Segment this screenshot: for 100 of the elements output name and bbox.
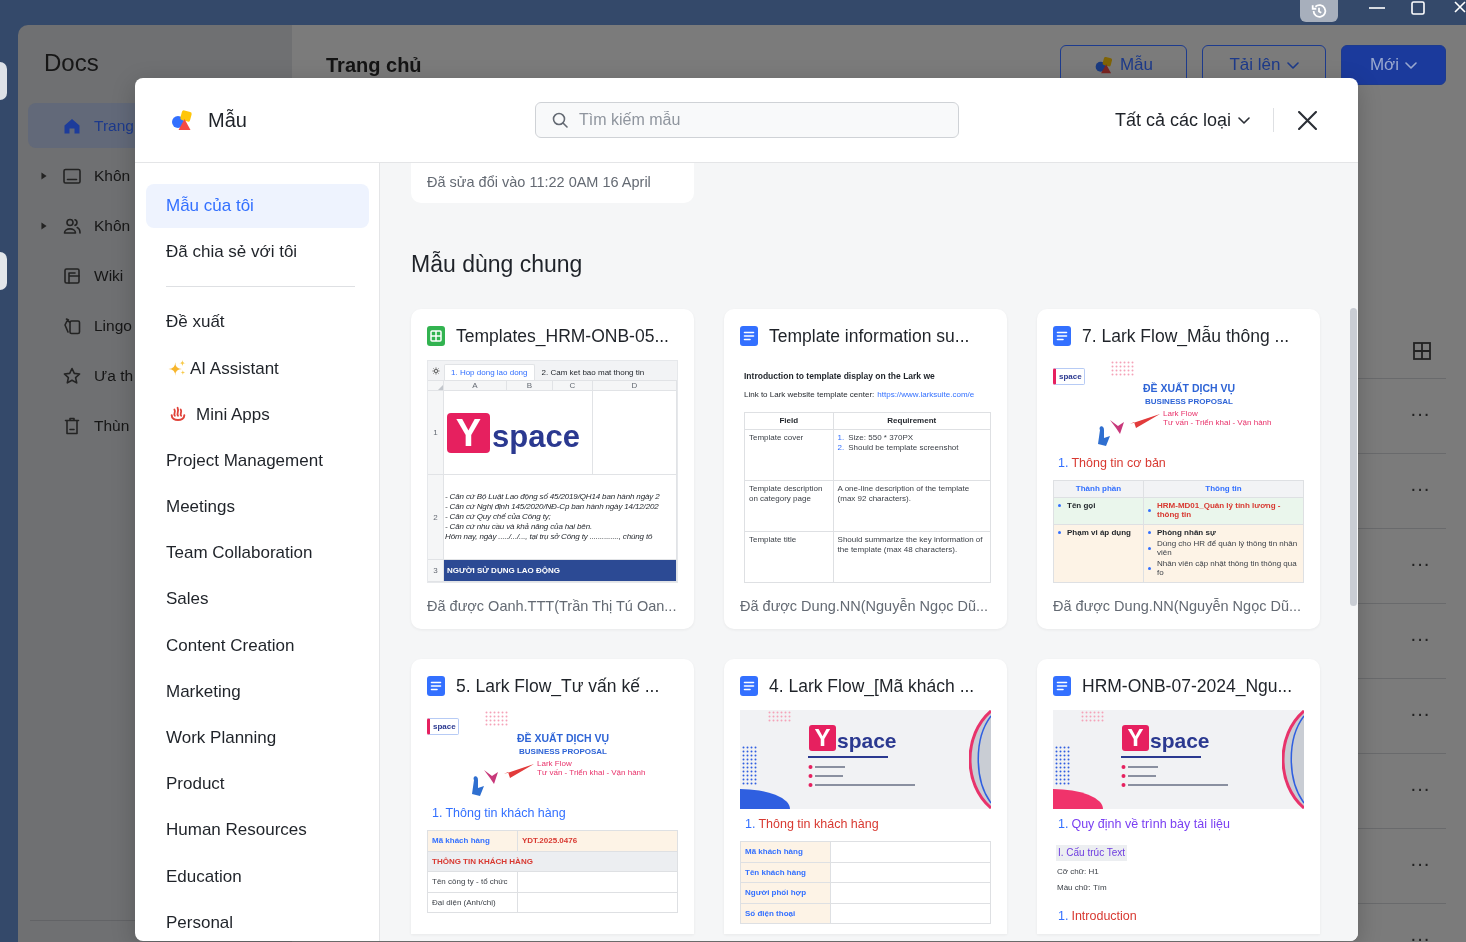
star-icon [62, 365, 82, 386]
sidebar-item[interactable]: Thùn [28, 403, 135, 448]
nav-item[interactable]: Team Collaboration [146, 529, 369, 577]
template-card[interactable]: HRM-ONB-07-2024_Ngu... Y space 1. Quy định về trình bày tài liệu I. Cấu trúc Text Cỡ chữ: H1 Màu chữ: Tím 1. Introduction [1037, 659, 1320, 934]
link[interactable]: https://www.larksuite.com/e [877, 390, 975, 399]
dot-pattern-drawing [1111, 361, 1134, 376]
cell-text: Thông tin [1205, 484, 1242, 494]
nav-item[interactable]: AI Assistant [146, 345, 369, 392]
doc-text: Link to Lark website template center: https://www.larksuite.com/e [744, 390, 976, 400]
search-field[interactable]: Tìm kiếm mẫu [535, 102, 959, 138]
cell-text: - Căn cứ Bộ Luật Lao động số 45/2019/QH14 ban hành ngày 2 [445, 492, 660, 502]
nav-item[interactable]: Sales [146, 576, 369, 623]
doc-heading: 1. Thông tin cơ bản [1058, 455, 1166, 472]
scrollbar-thumb[interactable] [1350, 308, 1357, 606]
sheet-tab[interactable]: 1. Hop dong lao dong [444, 364, 535, 380]
card-meta: Đã được Dung.NN(Nguyễn Ngọc Dũ... [740, 597, 990, 616]
close-icon[interactable] [1298, 110, 1317, 130]
caret-down-icon [1238, 116, 1250, 124]
more-button[interactable]: ··· [1410, 702, 1430, 724]
card-title: Template information su... [769, 324, 970, 348]
proposal-subtitle: BUSINESS PROPOSAL [518, 746, 608, 757]
cell-text: Hôm nay, ngày ...../.../..., tại trụ sở Công ty .............., chúng tô [445, 532, 653, 542]
type-filter-dropdown[interactable]: Tất cả các loại [1114, 106, 1250, 134]
caret-right-icon[interactable] [41, 171, 47, 180]
more-button[interactable]: ··· [1410, 402, 1430, 424]
row-number: 3 [428, 560, 444, 582]
page-icon [62, 265, 82, 286]
page-title: Trang chủ [326, 53, 422, 78]
cell-text: Template description on category page [749, 484, 824, 504]
grid-view-icon[interactable] [1413, 342, 1431, 360]
nav-item[interactable]: Đề xuất [146, 299, 369, 346]
more-button[interactable]: ··· [1410, 552, 1430, 574]
nav-item[interactable]: Human Resources [146, 807, 369, 854]
dot-pattern-drawing [742, 746, 757, 785]
maximize-icon[interactable] [1411, 1, 1425, 15]
nav-item[interactable]: Meetings [146, 483, 369, 530]
more-button[interactable]: ··· [1410, 627, 1430, 649]
template-card[interactable] [724, 309, 1007, 629]
proposal-subtitle: BUSINESS PROPOSAL [1144, 396, 1234, 407]
sidebar-item[interactable]: Khôn [28, 203, 135, 248]
nav-item[interactable]: Content Creation [146, 622, 369, 669]
logo-mark: Y [1122, 725, 1149, 751]
document-icon [1053, 676, 1071, 696]
proposal-title: ĐỀ XUẤT DỊCH VỤ [1141, 381, 1237, 395]
cell-text: Size: 550 * 370PX [848, 432, 914, 442]
row-number: 2 [428, 475, 444, 560]
nav-item[interactable]: Work Planning [146, 714, 369, 761]
column-header: D [593, 381, 677, 391]
cell-text: Người phối hợp [745, 888, 807, 898]
column-header: C [553, 381, 593, 391]
nav-item[interactable]: Product [146, 760, 369, 808]
nav-item[interactable]: Mẫu của tôi [146, 184, 369, 228]
nav-item[interactable]: Personal [146, 899, 369, 941]
history-icon[interactable] [1300, 0, 1338, 22]
logo-mark: Y [809, 725, 836, 751]
cell-text: Template cover [749, 432, 804, 442]
template-card[interactable]: 4. Lark Flow_[Mã khách ... Y space 1. Thông tin khách hàng Mã khách hàng Tên khách hàng Người phối hợp Số điện thoại [724, 659, 1007, 934]
section-title: Mẫu dùng chung [411, 250, 583, 279]
cell-text: Dùng cho HR để quản lý thông tin nhân viên [1157, 538, 1299, 558]
nav-item[interactable]: Project Management [146, 437, 369, 484]
rail-item[interactable] [0, 62, 7, 100]
proposal-tagline: Lark Flow [537, 759, 572, 768]
more-button[interactable]: ··· [1410, 852, 1430, 874]
nav-item[interactable]: Đã chia sẻ với tôi [146, 230, 369, 274]
sidebar-item[interactable]: Ưa th [28, 353, 135, 398]
sidebar-item[interactable]: Lingo [28, 303, 135, 348]
nav-item[interactable]: Education [146, 853, 369, 900]
column-header: B [507, 381, 553, 391]
cell-text: Mã khách hàng [432, 836, 490, 846]
search-icon [552, 112, 568, 128]
more-button[interactable]: ··· [1410, 477, 1430, 499]
nav-item[interactable]: Marketing [146, 668, 369, 715]
caret-down-icon [1405, 61, 1418, 69]
proposal-tagline: Lark Flow [1163, 409, 1198, 418]
template-card[interactable] [411, 309, 694, 629]
sidebar-item[interactable]: Wiki [28, 253, 135, 298]
card-title: HRM-ONB-07-2024_Ngu... [1082, 674, 1293, 699]
cell-text: Nhân viên cập nhật thông tin thông qua fo [1157, 558, 1298, 578]
cell-text: Số điện thoại [745, 908, 796, 918]
trash-icon [62, 415, 82, 436]
triangle-icon [438, 385, 443, 390]
rail-item[interactable] [0, 252, 7, 290]
column-header: A [444, 381, 507, 391]
sheet-tab[interactable]: 2. Cam ket bao mat thong tin [534, 364, 652, 380]
gear-icon [432, 366, 440, 375]
document-icon [427, 676, 445, 696]
new-button[interactable]: Mới [1341, 45, 1446, 85]
cell-text: Template title [749, 535, 797, 545]
cell-text: A one-line description of the template (max 92 characters). [837, 484, 971, 504]
logo-badge: space [427, 718, 459, 735]
document-icon [740, 326, 758, 346]
nav-item[interactable]: Mini Apps [146, 391, 369, 438]
template-card[interactable] [411, 659, 694, 934]
caret-right-icon[interactable] [41, 221, 47, 230]
sidebar-item[interactable]: Khôn [28, 153, 135, 198]
template-card[interactable]: Đã sửa đổi vào 11:22 0AM 16 April [411, 163, 694, 203]
card-title: 7. Lark Flow_Mẫu thông ... [1082, 324, 1290, 349]
template-card[interactable] [1037, 309, 1320, 629]
more-button[interactable]: ··· [1410, 927, 1430, 942]
more-button[interactable]: ··· [1410, 777, 1430, 799]
